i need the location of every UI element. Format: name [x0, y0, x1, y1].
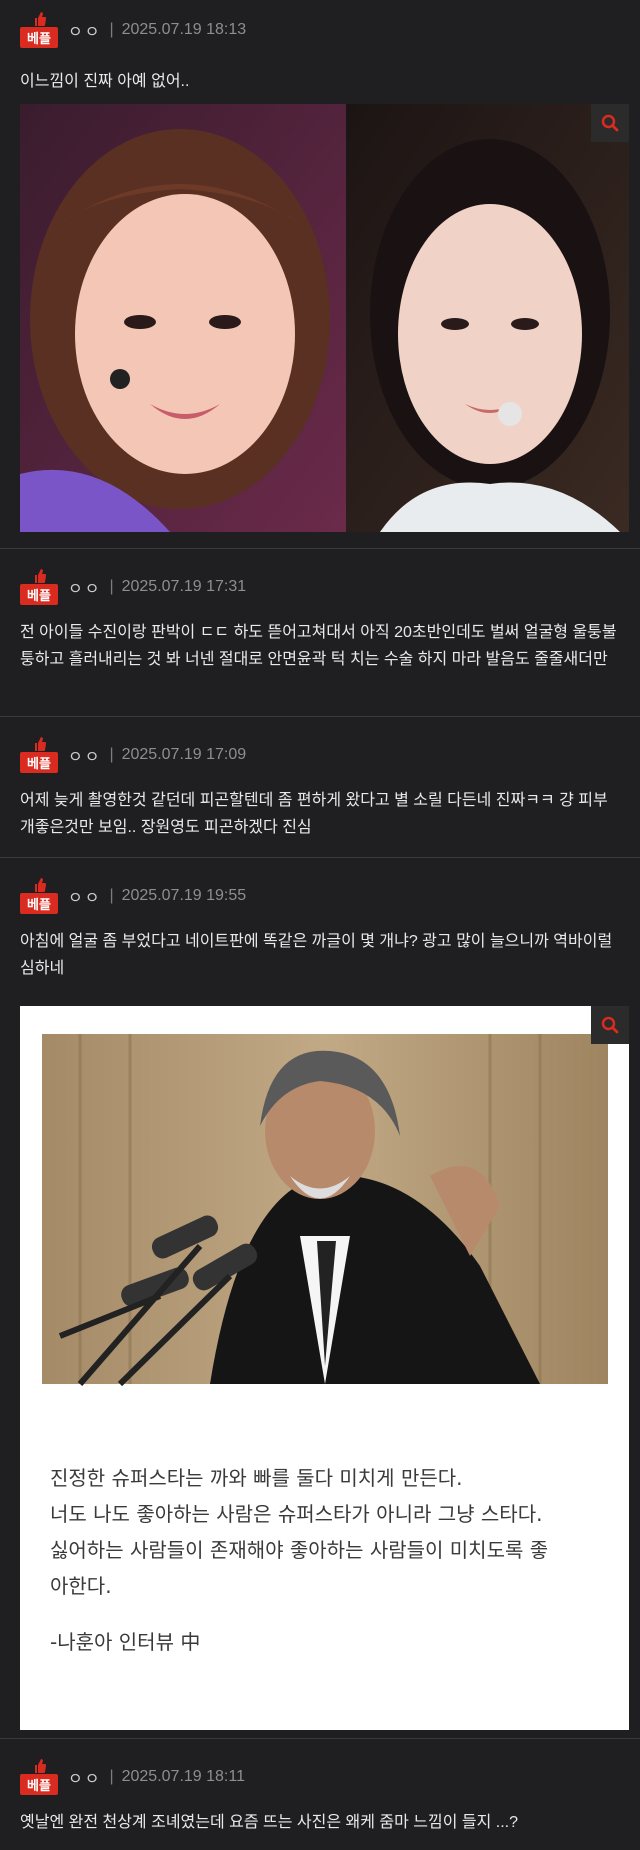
badge-label: 베플 [20, 584, 58, 605]
separator: | [109, 21, 114, 38]
separator: | [109, 746, 114, 763]
comment-photo[interactable] [20, 104, 629, 532]
comment-date: 2025.07.19 18:13 [121, 21, 247, 38]
author-name: ㅇㅇ [68, 24, 102, 41]
search-icon [601, 1016, 619, 1034]
thumbs-up-icon [35, 569, 46, 583]
badge-label: 베플 [20, 27, 58, 48]
comment-text: 전 아이들 수진이랑 판박이 ㄷㄷ 하도 뜯어고쳐대서 아직 20초반인데도 벌… [20, 624, 617, 668]
comment-text: 어제 늦게 촬영한것 같던데 피곤할텐데 좀 편하게 왔다고 별 소릴 다든네 … [20, 792, 608, 836]
comment-date: 2025.07.19 18:11 [121, 1768, 245, 1785]
comment: 베플 ㅇㅇ | 2025.07.19 18:13 이느낌이 진짜 아예 없어.. [0, 0, 640, 549]
comment: 베플 ㅇㅇ | 2025.07.19 17:31 전 아이들 수진이랑 판박이 … [0, 549, 640, 717]
separator: | [109, 1768, 114, 1785]
author-name: ㅇㅇ [68, 581, 102, 598]
comment-meta: 베플 ㅇㅇ | 2025.07.19 18:13 [20, 0, 620, 48]
comment-meta: 베플 ㅇㅇ | 2025.07.19 19:55 [20, 858, 620, 914]
badge-label: 베플 [20, 893, 58, 914]
quote-text-block: 진정한 슈퍼스타는 까와 빠를 둘다 미치게 만든다. 너도 나도 좋아하는 사… [50, 1460, 620, 1660]
thumbs-up-icon [35, 12, 46, 26]
best-reply-badge: 베플 [20, 12, 58, 48]
comment-text: 이느낌이 진짜 아예 없어.. [20, 73, 190, 90]
comment-text: 옛날엔 완전 천상계 조녜였는데 요즘 뜨는 사진은 왜케 줌마 느낌이 들지 … [20, 1814, 519, 1831]
badge-label: 베플 [20, 752, 58, 773]
quote-line: 아한다. [50, 1574, 112, 1598]
thumbs-up-icon [35, 1759, 46, 1773]
comment: 베플 ㅇㅇ | 2025.07.19 18:11 옛날엔 완전 천상계 조녜였는… [0, 1739, 640, 1844]
thumbs-up-icon [35, 737, 46, 751]
image-zoom-button[interactable] [591, 104, 629, 142]
comment: 베플 ㅇㅇ | 2025.07.19 19:55 아침에 얼굴 좀 부었다고 네… [0, 858, 640, 1739]
author-name: ㅇㅇ [68, 890, 102, 907]
comment-meta: 베플 ㅇㅇ | 2025.07.19 17:31 [20, 549, 620, 605]
quote-line: 싫어하는 사람들이 존재해야 좋아하는 사람들이 미치도록 좋 [50, 1538, 549, 1562]
face-comparison-image [20, 104, 629, 532]
best-reply-badge: 베플 [20, 737, 58, 773]
comment-meta: 베플 ㅇㅇ | 2025.07.19 18:11 [20, 1739, 620, 1795]
best-reply-badge: 베플 [20, 878, 58, 914]
author-name: ㅇㅇ [68, 749, 102, 766]
separator: | [109, 887, 114, 904]
comment-text: 아침에 얼굴 좀 부었다고 네이트판에 똑같은 까글이 몇 개냐? 광고 많이 … [20, 933, 613, 977]
best-reply-badge: 베플 [20, 1759, 58, 1795]
search-icon [601, 114, 619, 132]
best-reply-badge: 베플 [20, 569, 58, 605]
comment-photo[interactable]: 진정한 슈퍼스타는 까와 빠를 둘다 미치게 만든다. 너도 나도 좋아하는 사… [20, 1006, 629, 1730]
comment-date: 2025.07.19 17:09 [121, 746, 247, 763]
comment-date: 2025.07.19 17:31 [121, 578, 247, 595]
quote-attribution: -나훈아 인터뷰 中 [50, 1630, 201, 1654]
badge-label: 베플 [20, 1774, 58, 1795]
comment-meta: 베플 ㅇㅇ | 2025.07.19 17:09 [20, 717, 620, 773]
author-name: ㅇㅇ [68, 1771, 102, 1788]
quote-line: 진정한 슈퍼스타는 까와 빠를 둘다 미치게 만든다. [50, 1466, 463, 1490]
separator: | [109, 578, 114, 595]
thumbs-up-icon [35, 878, 46, 892]
quote-line: 너도 나도 좋아하는 사람은 슈퍼스타가 아니라 그냥 스타다. [50, 1502, 543, 1526]
comment: 베플 ㅇㅇ | 2025.07.19 17:09 어제 늦게 촬영한것 같던데 … [0, 717, 640, 858]
comment-date: 2025.07.19 19:55 [121, 887, 247, 904]
image-zoom-button[interactable] [591, 1006, 629, 1044]
